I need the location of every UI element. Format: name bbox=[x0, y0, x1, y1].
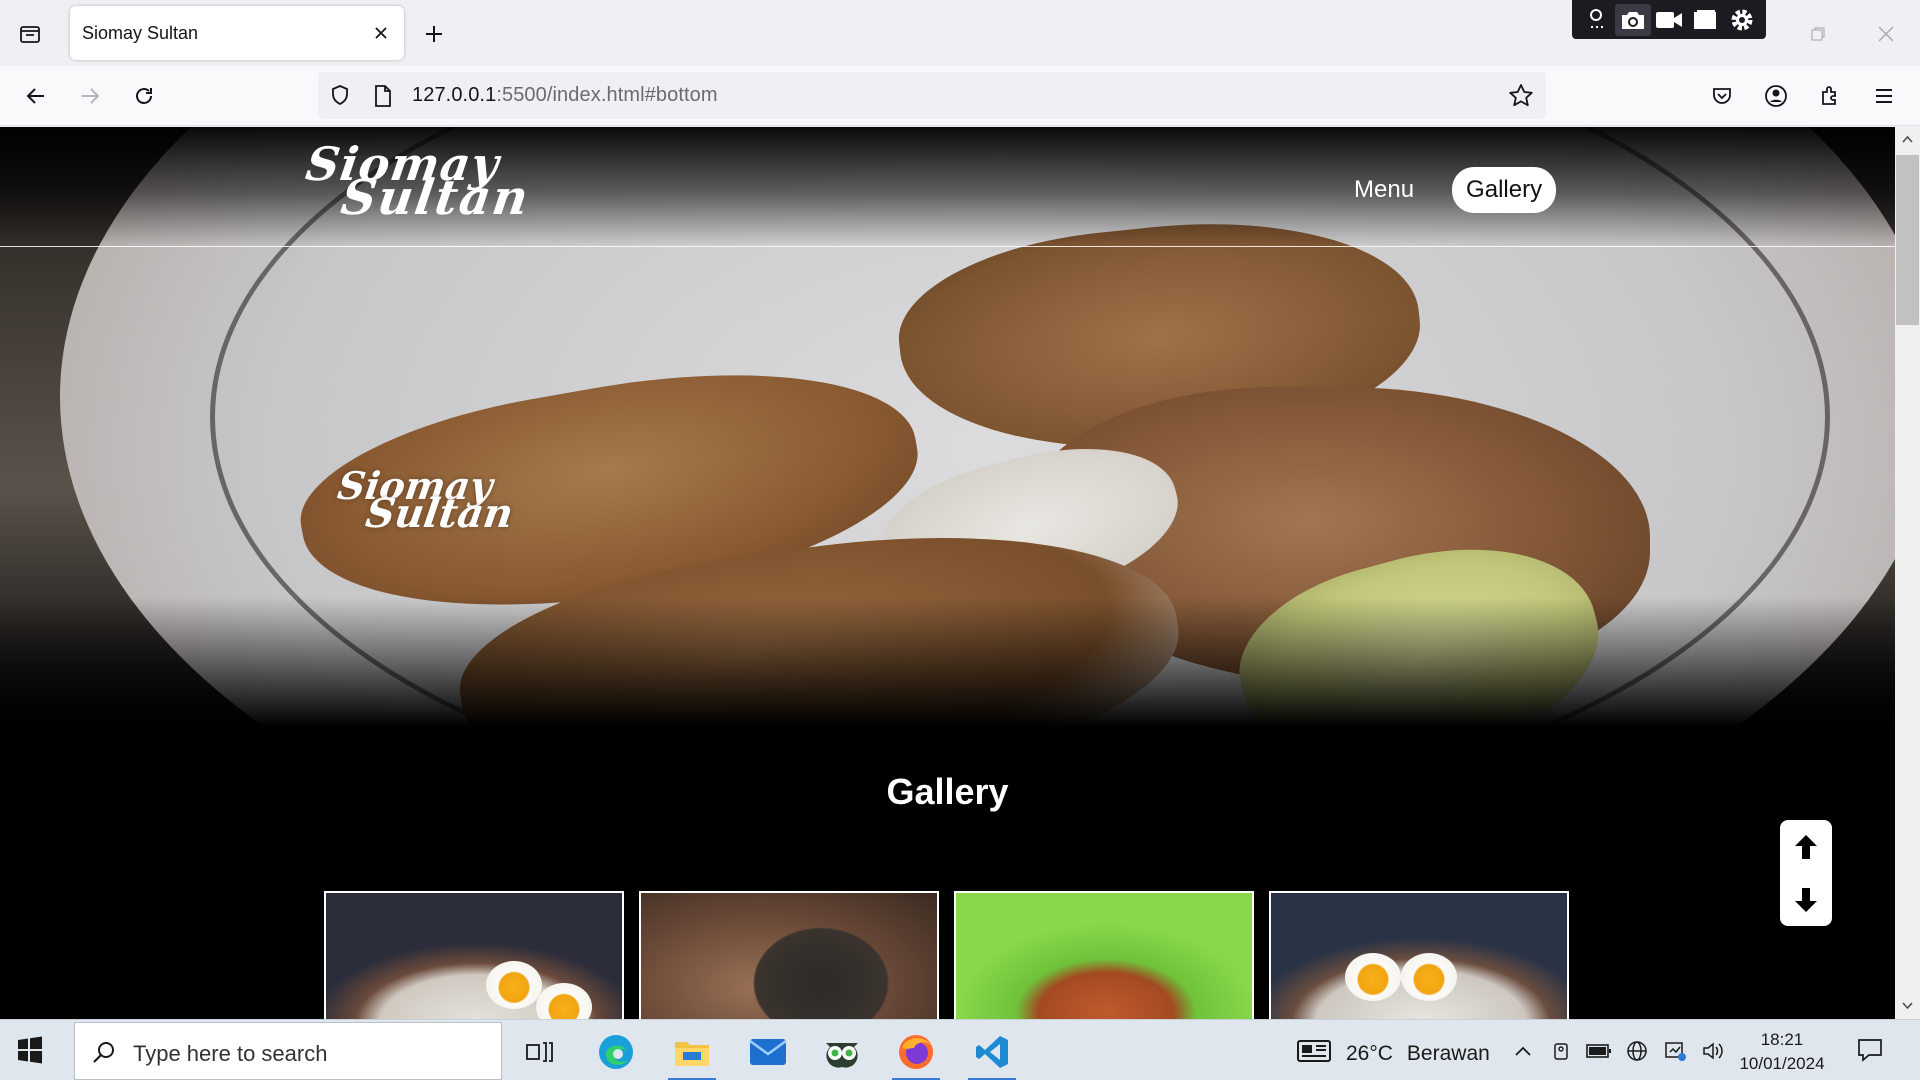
meet-now-icon[interactable] bbox=[1548, 1038, 1574, 1064]
tracking-protection-shield-icon[interactable] bbox=[328, 83, 352, 112]
page-info-icon[interactable] bbox=[372, 84, 394, 113]
gallery-grid bbox=[324, 891, 1569, 1019]
show-hidden-icons-chevron-icon[interactable] bbox=[1510, 1038, 1536, 1064]
tab-title: Siomay Sultan bbox=[82, 23, 199, 43]
url-text[interactable]: 127.0.0.1:5500/index.html#bottom bbox=[412, 84, 718, 107]
page-scrollbar[interactable] bbox=[1895, 127, 1920, 1019]
nav-link-menu[interactable]: Menu bbox=[1340, 167, 1428, 213]
window-close-icon[interactable] bbox=[1872, 20, 1900, 48]
hero-bottom-fade bbox=[0, 597, 1895, 727]
browser-tab-active[interactable]: Siomay Sultan bbox=[70, 6, 404, 60]
nav-link-gallery[interactable]: Gallery bbox=[1452, 167, 1557, 213]
extensions-icon[interactable] bbox=[1812, 78, 1848, 114]
hamburger-menu-icon[interactable] bbox=[1866, 78, 1902, 114]
clock-date: 10/01/2024 bbox=[1739, 1054, 1825, 1073]
account-icon[interactable] bbox=[1758, 78, 1794, 114]
mail-icon[interactable] bbox=[738, 1026, 798, 1078]
site-logo[interactable]: Siomay Sultan bbox=[299, 137, 537, 226]
egg-shape bbox=[536, 983, 592, 1019]
site-header: Siomay Sultan Menu Gallery bbox=[0, 127, 1895, 247]
weather-widget[interactable]: 26°C Berawan bbox=[1296, 1038, 1490, 1070]
bookmark-star-icon[interactable] bbox=[1508, 83, 1534, 114]
search-placeholder: Type here to search bbox=[133, 1041, 328, 1066]
settings-gear-icon[interactable] bbox=[1724, 4, 1760, 36]
back-arrow-icon[interactable] bbox=[18, 78, 54, 114]
scroll-down-arrow-icon[interactable] bbox=[1786, 880, 1826, 920]
video-camera-icon[interactable] bbox=[1651, 4, 1687, 36]
address-bar[interactable]: 127.0.0.1:5500/index.html#bottom bbox=[318, 72, 1546, 119]
gallery-image[interactable] bbox=[1269, 891, 1569, 1019]
egg-shape bbox=[486, 961, 542, 1009]
reload-icon[interactable] bbox=[126, 78, 162, 114]
site-nav: Menu Gallery bbox=[1340, 167, 1557, 213]
sync-icon[interactable] bbox=[1662, 1038, 1688, 1064]
url-path: :5500/index.html#bottom bbox=[496, 84, 718, 106]
network-globe-icon[interactable] bbox=[1624, 1038, 1650, 1064]
close-tab-icon[interactable] bbox=[368, 20, 394, 46]
file-explorer-icon[interactable] bbox=[662, 1026, 722, 1080]
notification-center-icon[interactable] bbox=[1856, 1036, 1884, 1069]
scrollbar-thumb[interactable] bbox=[1896, 155, 1919, 325]
gallery-image[interactable] bbox=[324, 891, 624, 1019]
window-restore-icon[interactable] bbox=[1806, 22, 1830, 46]
taskbar-clock[interactable]: 18:21 10/01/2024 bbox=[1730, 1028, 1834, 1076]
firefox-icon[interactable] bbox=[886, 1026, 946, 1080]
egg-shape bbox=[1401, 953, 1457, 1001]
gallery-image[interactable] bbox=[954, 891, 1254, 1019]
battery-icon[interactable] bbox=[1586, 1038, 1612, 1064]
hero-watermark-logo: Siomay Sultan bbox=[332, 463, 519, 537]
windows-taskbar: Type here to search 26°C Berawan 18:21 1… bbox=[0, 1019, 1920, 1080]
weather-condition: Berawan bbox=[1406, 1042, 1490, 1065]
page-viewport: Siomay Sultan Siomay Sultan Menu Gallery… bbox=[0, 127, 1920, 1019]
clock-time: 18:21 bbox=[1760, 1030, 1804, 1049]
browser-tab-bar: Siomay Sultan bbox=[0, 0, 1920, 66]
new-tab-icon[interactable] bbox=[418, 18, 450, 50]
tripadvisor-owl-icon[interactable] bbox=[812, 1026, 872, 1078]
temperature: 26°C bbox=[1346, 1042, 1393, 1065]
pin-icon[interactable] bbox=[1578, 4, 1614, 36]
task-view-icon[interactable] bbox=[510, 1026, 570, 1078]
tab-list-icon[interactable] bbox=[14, 18, 46, 50]
scroll-up-arrow-icon[interactable] bbox=[1786, 827, 1826, 867]
system-tray bbox=[1510, 1038, 1726, 1064]
gallery-heading: Gallery bbox=[886, 771, 1009, 812]
weather-news-icon bbox=[1296, 1038, 1332, 1070]
url-host: 127.0.0.1 bbox=[412, 84, 497, 106]
volume-speaker-icon[interactable] bbox=[1700, 1038, 1726, 1064]
scroll-buttons bbox=[1780, 820, 1832, 926]
egg-shape bbox=[1345, 953, 1401, 1001]
taskbar-search-box[interactable]: Type here to search bbox=[74, 1022, 502, 1080]
window-capture-icon[interactable] bbox=[1687, 4, 1723, 36]
camera-icon[interactable] bbox=[1614, 3, 1651, 36]
browser-navigation-bar: 127.0.0.1:5500/index.html#bottom bbox=[0, 66, 1920, 126]
pocket-icon[interactable] bbox=[1704, 78, 1740, 114]
hero-logo-line2: Sultan bbox=[362, 490, 517, 537]
search-icon bbox=[91, 1039, 117, 1070]
forward-arrow-icon[interactable] bbox=[72, 78, 108, 114]
screen-capture-toolbar bbox=[1572, 0, 1766, 39]
scrollbar-down-icon[interactable] bbox=[1901, 999, 1914, 1012]
windows-start-icon[interactable] bbox=[16, 1036, 44, 1069]
edge-icon[interactable] bbox=[586, 1026, 646, 1078]
gallery-image[interactable] bbox=[639, 891, 939, 1019]
vscode-icon[interactable] bbox=[962, 1026, 1022, 1080]
logo-line2: Sultan bbox=[337, 170, 534, 226]
scrollbar-up-icon[interactable] bbox=[1901, 133, 1914, 146]
